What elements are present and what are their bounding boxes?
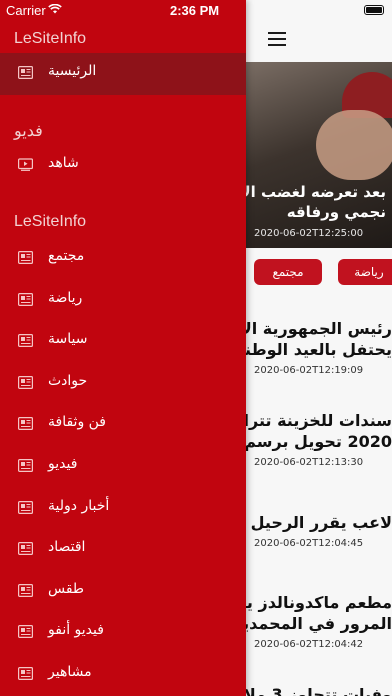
drawer-item-label: رياضة xyxy=(48,290,83,306)
category-chip-society[interactable]: مجتمع xyxy=(254,259,322,285)
article-date: 2020-06-02T12:04:42 xyxy=(254,639,364,650)
newspaper-icon xyxy=(18,625,33,638)
newspaper-icon xyxy=(18,584,33,597)
drawer-item-label: شاهد xyxy=(48,155,79,171)
article-item[interactable]: وفيات تتجاوز 3 ملايين xyxy=(246,684,392,696)
wifi-icon xyxy=(48,4,62,14)
article-title-line1: رئيس الجمهورية الإيطالية xyxy=(246,319,392,338)
drawer-item-home[interactable]: الرئيسية xyxy=(0,53,246,95)
hero-title-line2: نجمي ورفاقه xyxy=(286,203,386,221)
drawer-item-category[interactable]: اقتصاد xyxy=(0,529,246,571)
article-date: 2020-06-02T12:04:45 xyxy=(254,538,364,549)
newspaper-icon xyxy=(18,459,33,472)
article-title-line2: يحتفل بالعيد الوطني لبلاده xyxy=(246,340,392,359)
article-title-line2: المرور في المحمدية -فيديو xyxy=(246,614,392,633)
newspaper-icon xyxy=(18,667,33,680)
hero-title: بعد تعرضه لغضب الاختصاص غضب حسن نجمي ورف… xyxy=(246,182,386,222)
drawer-item-label: سياسة xyxy=(48,331,88,347)
status-bar: Carrier 2:36 PM xyxy=(0,0,392,22)
drawer-item-label: حوادث xyxy=(48,373,88,389)
drawer-item-category[interactable]: مجتمع xyxy=(0,238,246,280)
status-time: 2:36 PM xyxy=(170,3,220,18)
article-title-line1: لاعب يقرر الرحيل عن الزمالك xyxy=(246,513,392,532)
carrier-label: Carrier xyxy=(6,3,46,18)
newspaper-icon xyxy=(18,542,33,555)
article-item[interactable]: مطعم ماكدونالدز يعرقل حركة المرور في الم… xyxy=(246,592,392,654)
drawer-item-category[interactable]: فيديو أنفو xyxy=(0,612,246,654)
drawer-item-category[interactable]: سياسة xyxy=(0,321,246,363)
drawer-item-label: فن وثقافة xyxy=(48,414,107,430)
drawer-item-label: فيديو xyxy=(48,456,78,472)
drawer-section-video: فديو xyxy=(14,123,43,140)
drawer-item-category[interactable]: رياضة xyxy=(0,280,246,322)
newspaper-icon xyxy=(18,293,33,306)
hero-date: 2020-06-02T12:25:00 xyxy=(254,228,364,239)
drawer-item-label: اقتصاد xyxy=(48,539,86,555)
article-item[interactable]: رئيس الجمهورية الإيطالية يحتفل بالعيد ال… xyxy=(246,318,392,380)
drawer-item-category[interactable]: مشاهير xyxy=(0,654,246,696)
hero-title-line1: بعد تعرضه لغضب الاختصاص غضب حسن xyxy=(246,183,386,201)
drawer-item-label: فيديو أنفو xyxy=(48,622,104,638)
drawer-item-label: مجتمع xyxy=(48,248,85,264)
article-title-line1: وفيات تتجاوز 3 ملايين xyxy=(246,685,392,696)
drawer-item-watch[interactable]: شاهد xyxy=(0,145,246,187)
hero-image-detail xyxy=(316,110,392,180)
article-date: 2020-06-02T12:19:09 xyxy=(254,365,364,376)
newspaper-icon xyxy=(18,251,33,264)
battery-icon xyxy=(364,5,384,15)
drawer-header-brand: LeSiteInfo xyxy=(14,30,87,47)
newspaper-icon xyxy=(18,417,33,430)
drawer-item-label: أخبار دولية xyxy=(48,498,110,514)
hero-article[interactable]: بعد تعرضه لغضب الاختصاص غضب حسن نجمي ورف… xyxy=(246,62,392,248)
newspaper-icon xyxy=(18,334,33,347)
drawer-item-label: مشاهير xyxy=(48,664,92,680)
drawer-item-category[interactable]: أخبار دولية xyxy=(0,488,246,530)
article-title-line1: سندات للخزينة تتراوح بين xyxy=(246,411,392,430)
newspaper-icon xyxy=(18,501,33,514)
article-item[interactable]: سندات للخزينة تتراوح بين 2020 تحويل برسم… xyxy=(246,410,392,472)
article-title-line1: مطعم ماكدونالدز يعرقل حركة xyxy=(246,593,392,612)
navigation-drawer: LeSiteInfo الرئيسية فديو شاهد LeSiteInfo… xyxy=(0,0,246,696)
drawer-header-categories: LeSiteInfo xyxy=(14,213,87,230)
article-item[interactable]: لاعب يقرر الرحيل عن الزمالك 2020-06-02T1… xyxy=(246,512,392,556)
video-icon xyxy=(18,158,33,171)
category-chip-sports[interactable]: رياضة xyxy=(338,259,392,285)
drawer-item-label: طقس xyxy=(48,581,85,597)
drawer-item-category[interactable]: فيديو xyxy=(0,446,246,488)
drawer-item-label: الرئيسية xyxy=(48,63,97,79)
article-title-line2: 2020 تحويل برسم يونيو xyxy=(246,432,392,451)
article-date: 2020-06-02T12:13:30 xyxy=(254,457,364,468)
drawer-item-category[interactable]: طقس xyxy=(0,571,246,613)
hamburger-menu-icon[interactable] xyxy=(268,32,286,46)
drawer-item-category[interactable]: فن وثقافة xyxy=(0,404,246,446)
newspaper-icon xyxy=(18,66,33,79)
newspaper-icon xyxy=(18,376,33,389)
drawer-item-category[interactable]: حوادث xyxy=(0,363,246,405)
